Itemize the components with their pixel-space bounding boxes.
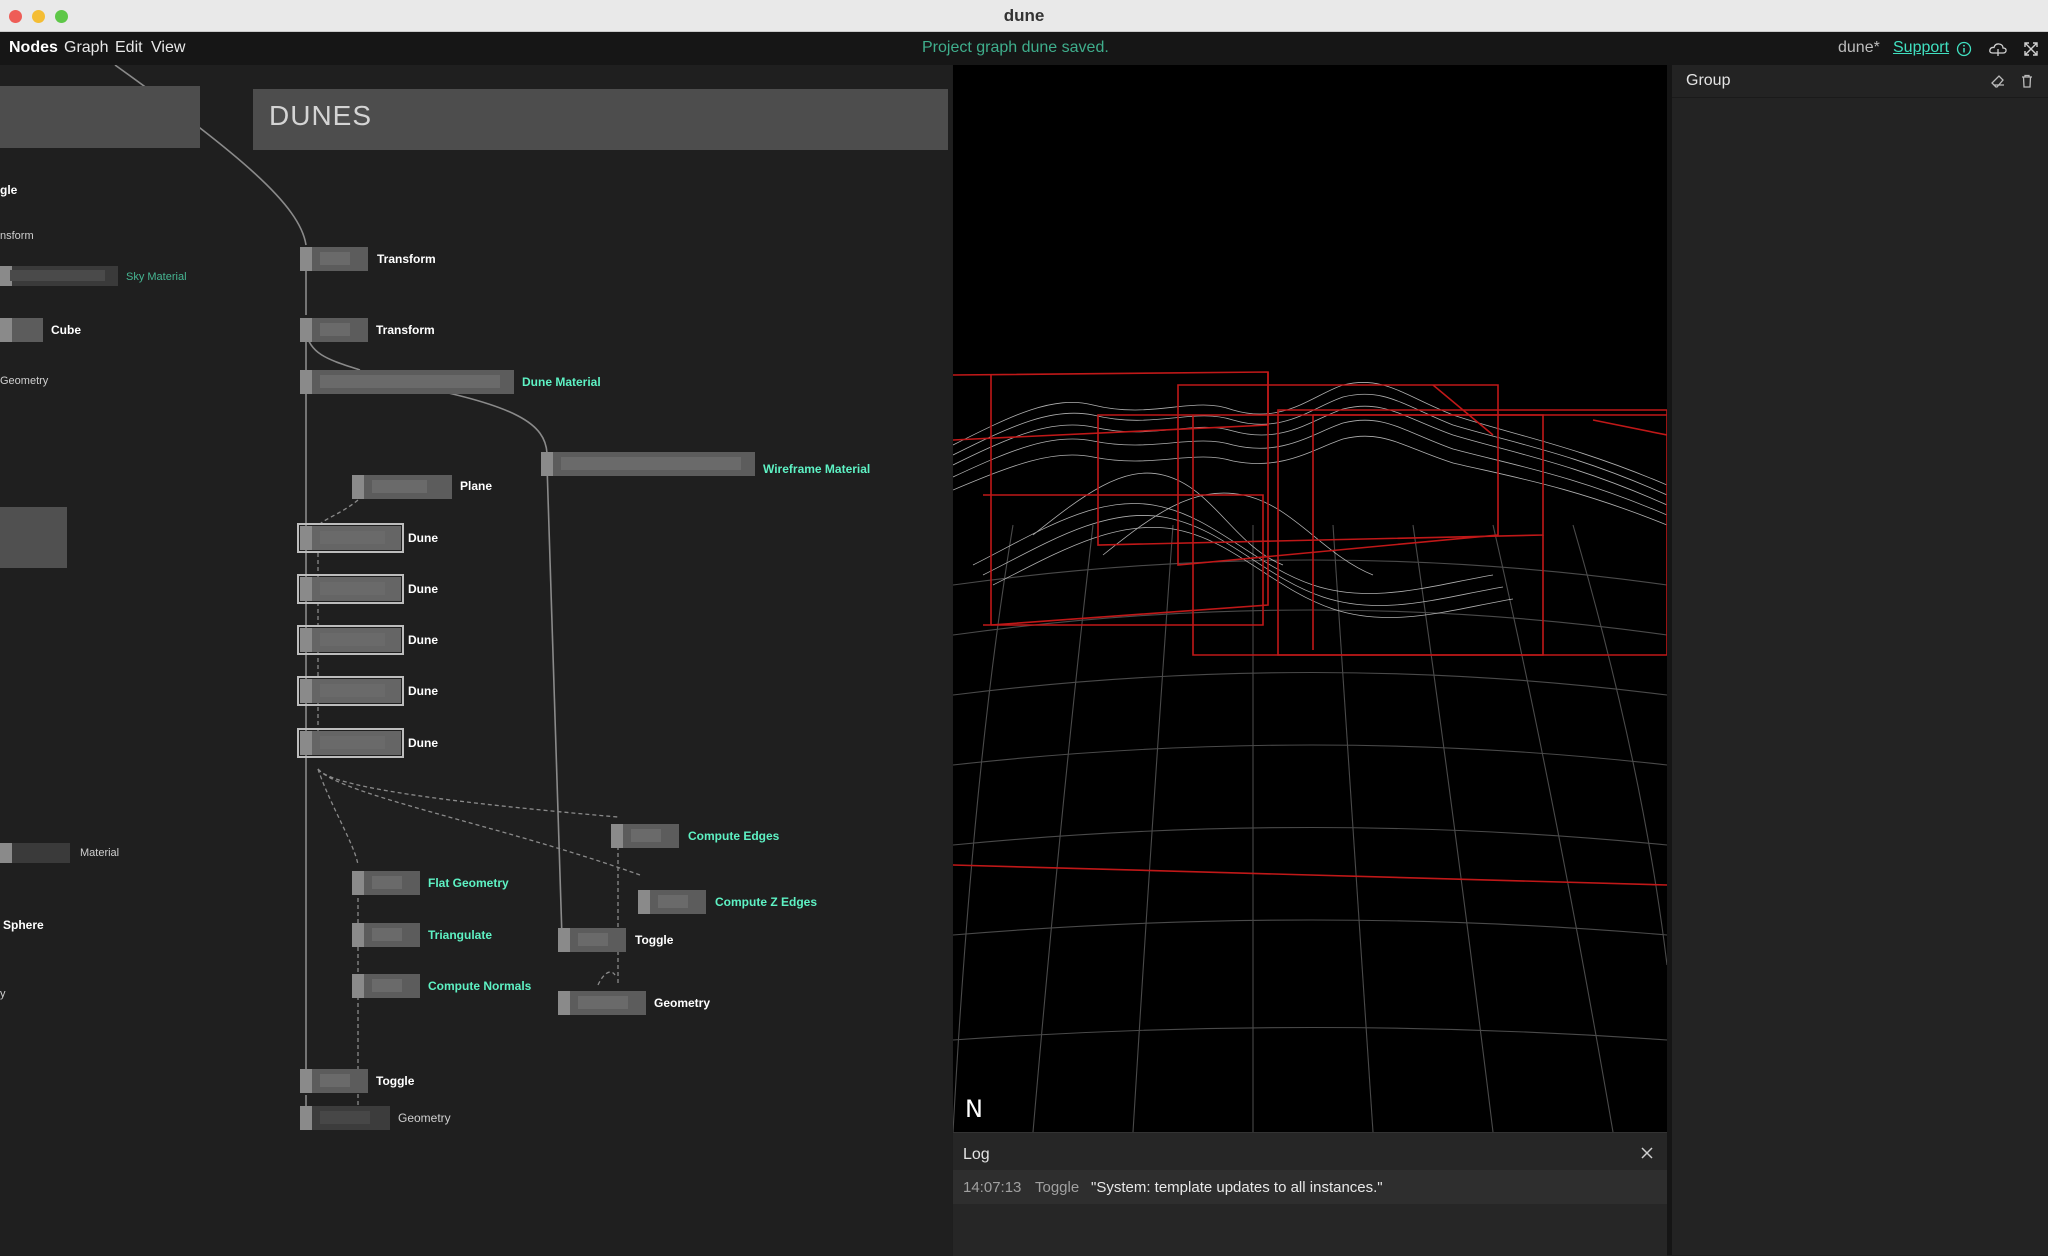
group-title: DUNES xyxy=(269,100,373,131)
node-geometry-bottom[interactable] xyxy=(300,1106,390,1130)
node-geometry-right[interactable] xyxy=(558,991,646,1015)
log-entry: 14:07:13 Toggle "System: template update… xyxy=(953,1170,1667,1204)
node-transform-2[interactable] xyxy=(300,318,368,342)
node-material[interactable] xyxy=(0,843,70,863)
node-dune-4[interactable] xyxy=(297,676,404,706)
node-wireframe-material[interactable] xyxy=(541,452,755,476)
info-icon[interactable] xyxy=(1956,41,1972,57)
node-label-transform-2: Transform xyxy=(376,323,435,337)
app-logo: N xyxy=(965,1095,983,1123)
node-label-triangulate: Triangulate xyxy=(428,928,493,942)
menu-view[interactable]: View xyxy=(151,39,185,57)
node-plane[interactable] xyxy=(352,475,452,499)
node-label-geometry-right: Geometry xyxy=(654,996,711,1010)
support-link[interactable]: Support xyxy=(1893,39,1949,57)
node-label-dune-material: Dune Material xyxy=(522,375,601,389)
window-title: dune xyxy=(1003,6,1045,25)
node-label-dune-4: Dune xyxy=(408,684,438,698)
viewport-render xyxy=(953,371,1667,1132)
node-label-geometry-bottom: Geometry xyxy=(398,1111,451,1125)
inspector-header: Group xyxy=(1672,65,2048,98)
node-label-compute-edges: Compute Edges xyxy=(688,829,780,843)
node-cube[interactable] xyxy=(0,318,43,342)
fullscreen-icon[interactable] xyxy=(2023,41,2039,57)
node-label-compute-z-edges: Compute Z Edges xyxy=(715,895,818,909)
node-label-transform-1: Transform xyxy=(377,252,436,266)
node-label-dune-2: Dune xyxy=(408,582,438,596)
group-dunes[interactable]: DUNES xyxy=(253,89,948,150)
node-dune-3[interactable] xyxy=(297,625,404,655)
node-dune-2[interactable] xyxy=(297,574,404,604)
node-sky-material[interactable] xyxy=(0,266,118,286)
node-compute-normals[interactable] xyxy=(352,974,420,998)
node-label-y-partial: y xyxy=(0,988,6,1000)
node-dune-5[interactable] xyxy=(297,728,404,758)
eraser-icon[interactable] xyxy=(1990,73,2006,89)
graph-editor[interactable]: DUNES gle nsform Sky Material Cube Geome… xyxy=(0,65,952,1255)
node-triangulate[interactable] xyxy=(352,923,420,947)
trash-icon[interactable] xyxy=(2019,73,2035,89)
node-label-toggle-bottom: Toggle xyxy=(376,1074,415,1088)
project-name: dune* xyxy=(1838,39,1880,56)
node-label-plane: Plane xyxy=(460,479,493,493)
menu-nodes[interactable]: Nodes xyxy=(9,39,58,57)
node-label-dune-5: Dune xyxy=(408,736,438,750)
node-toggle-right[interactable] xyxy=(558,928,626,952)
node-label-compute-normals: Compute Normals xyxy=(428,979,532,993)
inspector-title: Group xyxy=(1686,72,1731,89)
group-box-left[interactable] xyxy=(0,86,200,148)
status-message: Project graph dune saved. xyxy=(922,39,1109,56)
node-label-wireframe-material: Wireframe Material xyxy=(763,462,871,476)
menu-graph[interactable]: Graph xyxy=(64,39,108,57)
node-label-toggle-right: Toggle xyxy=(635,933,674,947)
graph-wires xyxy=(114,65,641,1115)
node-label-sphere: Sphere xyxy=(3,918,44,932)
node-flat-geometry[interactable] xyxy=(352,871,420,895)
log-message: "System: template updates to all instanc… xyxy=(1091,1179,1383,1196)
cloud-icon[interactable] xyxy=(1988,41,2008,57)
node-dune-1[interactable] xyxy=(297,523,404,553)
inspector-panel: Group xyxy=(1672,65,2048,1255)
log-panel: Log 14:07:13 Toggle "System: template up… xyxy=(953,1132,1667,1256)
log-node: Toggle xyxy=(1035,1179,1080,1196)
node-label-dune-3: Dune xyxy=(408,633,438,647)
node-label-geometry-partial: Geometry xyxy=(0,375,49,387)
viewport-3d[interactable]: N xyxy=(953,65,1667,1132)
node-compute-edges[interactable] xyxy=(611,824,679,848)
menu-edit[interactable]: Edit xyxy=(115,39,143,57)
node-label-transform-partial: nsform xyxy=(0,230,34,242)
window-titlebar: dune xyxy=(0,0,2048,32)
node-dune-material[interactable] xyxy=(300,370,514,394)
node-toggle-bottom[interactable] xyxy=(300,1069,368,1093)
node-compute-z-edges[interactable] xyxy=(638,890,706,914)
close-icon[interactable] xyxy=(1639,1145,1655,1161)
group-box-collapsed[interactable] xyxy=(0,507,67,568)
node-label-sky-material: Sky Material xyxy=(126,271,187,283)
menu-bar: Nodes Graph Edit View Project graph dune… xyxy=(0,32,2048,65)
node-transform-1[interactable] xyxy=(300,247,368,271)
node-label-flat-geometry: Flat Geometry xyxy=(428,876,509,890)
log-time: 14:07:13 xyxy=(963,1179,1022,1196)
node-label-cube: Cube xyxy=(51,323,81,337)
log-title: Log xyxy=(963,1146,990,1163)
node-label-toggle-partial: gle xyxy=(0,183,18,197)
node-label-dune-1: Dune xyxy=(408,531,438,545)
node-label-material: Material xyxy=(80,847,120,859)
